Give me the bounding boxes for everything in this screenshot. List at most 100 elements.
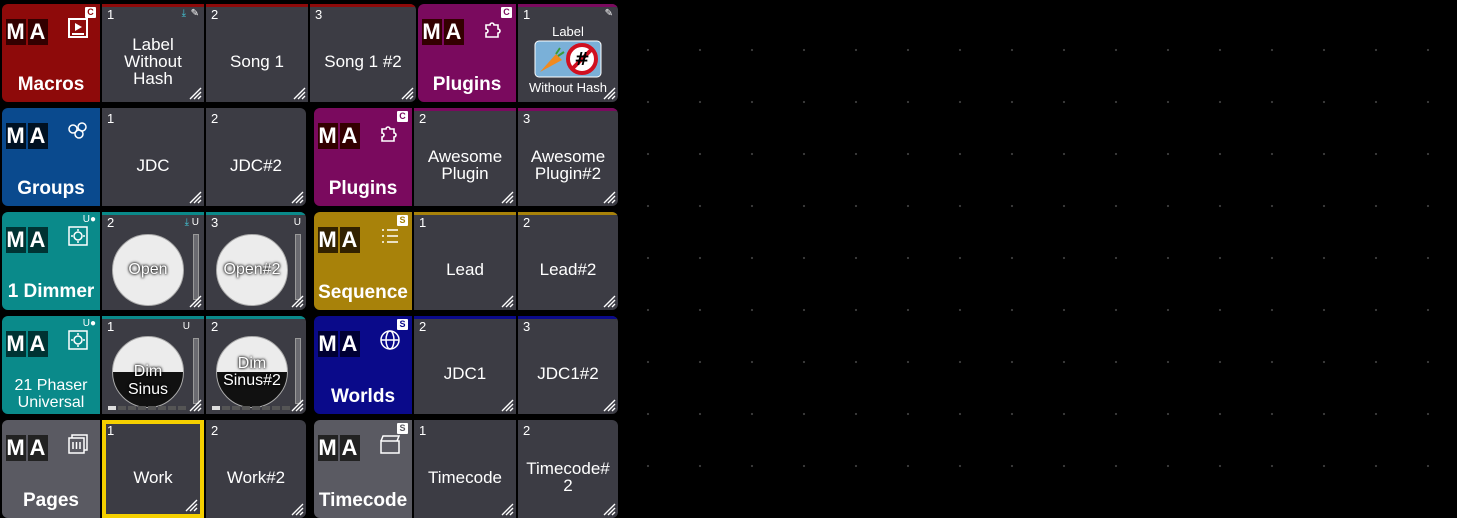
tile-number: 2 [523, 215, 531, 230]
pool-title: 21 Phaser Universal [14, 377, 88, 411]
resize-corner-icon [501, 399, 514, 412]
pool-title: Worlds [330, 386, 396, 407]
pool-title: Sequence [318, 282, 408, 303]
ma-logo: MA [318, 227, 360, 253]
resize-corner-icon [603, 295, 616, 308]
pages-icon [68, 434, 88, 454]
ma-logo: MA [6, 19, 48, 45]
ma-logo: MA [318, 435, 360, 461]
tile-label: Dim Sinus#2 [223, 355, 281, 389]
timecode-pool-header[interactable]: MA S Timecode [314, 420, 412, 518]
tile-label: Open [128, 261, 168, 278]
pool-title: Timecode [318, 490, 408, 511]
plugins-pool-header[interactable]: MA C Plugins [314, 108, 412, 206]
resize-corner-icon [293, 87, 306, 100]
macros-pool-header[interactable]: MA C Macros [2, 4, 100, 102]
tile-color-bar [414, 212, 516, 215]
sequence-pool-header[interactable]: MA S Sequence [314, 212, 412, 310]
phaser-pool-header[interactable]: MA U● 21 Phaser Universal [2, 316, 100, 414]
user-bulb-icon: U● [82, 214, 96, 225]
resize-corner-icon [185, 499, 198, 512]
plugin-tile-1[interactable]: 1 ✎ Label # Without Hash [518, 4, 618, 102]
timecode-tile-1[interactable]: 1 Timecode [414, 420, 516, 518]
ma-logo: MA [6, 331, 48, 357]
page-tile-1-selected[interactable]: 1 Work [102, 420, 204, 518]
edit-icon: ✎ [190, 8, 199, 19]
world-tile-3[interactable]: 3 JDC1#2 [518, 316, 618, 414]
tile-color-bar [102, 316, 204, 319]
tile-number: 2 [419, 319, 427, 334]
sequence-tile-1[interactable]: 1 Lead [414, 212, 516, 310]
groups-pool-header[interactable]: MA Groups [2, 108, 100, 206]
resize-corner-icon [603, 399, 616, 412]
dimmer-pool-header[interactable]: MA U● 1 Dimmer [2, 212, 100, 310]
timecode-tile-2[interactable]: 2 Timecode# 2 [518, 420, 618, 518]
tile-number: 2 [211, 7, 219, 22]
tile-number: 2 [211, 319, 219, 334]
pool-badge: S [397, 215, 408, 226]
macro-tile-3[interactable]: 3 Song 1 #2 [310, 4, 416, 102]
plugin-tile-3[interactable]: 3 Awesome Plugin#2 [518, 108, 618, 206]
tile-color-bar [518, 316, 618, 319]
tile-number: 2 [211, 423, 219, 438]
tile-number: 1 [107, 111, 115, 126]
tile-color-bar [310, 4, 416, 7]
tile-color-bar [102, 212, 204, 215]
tile-number: 1 [419, 215, 427, 230]
tile-number: 1 [107, 7, 115, 22]
phaser-preset-tile-1[interactable]: 1 U Dim Sinus [102, 316, 204, 414]
world-tile-2[interactable]: 2 JDC1 [414, 316, 516, 414]
tile-number: 2 [523, 423, 531, 438]
list-icon [382, 229, 398, 243]
pages-pool-header[interactable]: MA Pages [2, 420, 100, 518]
edit-icon: ✎ [604, 8, 613, 19]
resize-corner-icon [291, 191, 304, 204]
pool-title: Macros [17, 74, 85, 95]
tile-color-bar [206, 4, 308, 7]
preset-circle: Open [112, 234, 184, 306]
phaser-step-bar [108, 406, 186, 410]
phaser-circle: Dim Sinus#2 [216, 336, 288, 408]
resize-corner-icon [501, 191, 514, 204]
tile-number: 2 [211, 111, 219, 126]
tile-label-top: Label [552, 24, 584, 39]
resize-corner-icon [189, 191, 202, 204]
macro-tile-1[interactable]: 1 ⤓ ✎ Label Without Hash [102, 4, 204, 102]
resize-corner-icon [603, 87, 616, 100]
tile-number: 1 [523, 7, 531, 22]
tile-color-bar [518, 108, 618, 111]
tile-color-bar [414, 316, 516, 319]
preset-circle: Open#2 [216, 234, 288, 306]
macro-tile-2[interactable]: 2 Song 1 [206, 4, 308, 102]
pool-title: Plugins [432, 74, 502, 95]
group-tile-1[interactable]: 1 JDC [102, 108, 204, 206]
page-tile-2[interactable]: 2 Work#2 [206, 420, 306, 518]
plugins-top-pool-header[interactable]: MA C Plugins [418, 4, 516, 102]
resize-corner-icon [291, 399, 304, 412]
sequence-tile-2[interactable]: 2 Lead#2 [518, 212, 618, 310]
tile-number: 3 [523, 319, 531, 334]
user-flag: U [182, 321, 190, 332]
pool-title: Groups [17, 178, 85, 199]
level-bar [295, 338, 301, 404]
empty-grid-area [620, 0, 1457, 517]
phaser-step-bar [212, 406, 290, 410]
globe-icon [380, 330, 400, 350]
resize-corner-icon [189, 87, 202, 100]
resize-corner-icon [603, 191, 616, 204]
tile-color-bar [414, 108, 516, 111]
pool-title: Plugins [328, 178, 398, 199]
level-bar [295, 234, 301, 300]
plugin-tile-2[interactable]: 2 Awesome Plugin [414, 108, 516, 206]
worlds-pool-header[interactable]: MA S Worlds [314, 316, 412, 414]
phaser-preset-tile-2[interactable]: 2 Dim Sinus#2 [206, 316, 306, 414]
tile-color-bar [518, 212, 618, 215]
tile-number: 1 [107, 423, 115, 438]
tile-number: 1 [107, 319, 115, 334]
resize-corner-icon [291, 503, 304, 516]
svg-text:#: # [574, 49, 589, 70]
dimmer-preset-tile-3[interactable]: 3 U Open#2 [206, 212, 306, 310]
dimmer-preset-tile-2[interactable]: 2 ⤓ U Open [102, 212, 204, 310]
group-bulbs-icon [68, 122, 87, 139]
group-tile-2[interactable]: 2 JDC#2 [206, 108, 306, 206]
